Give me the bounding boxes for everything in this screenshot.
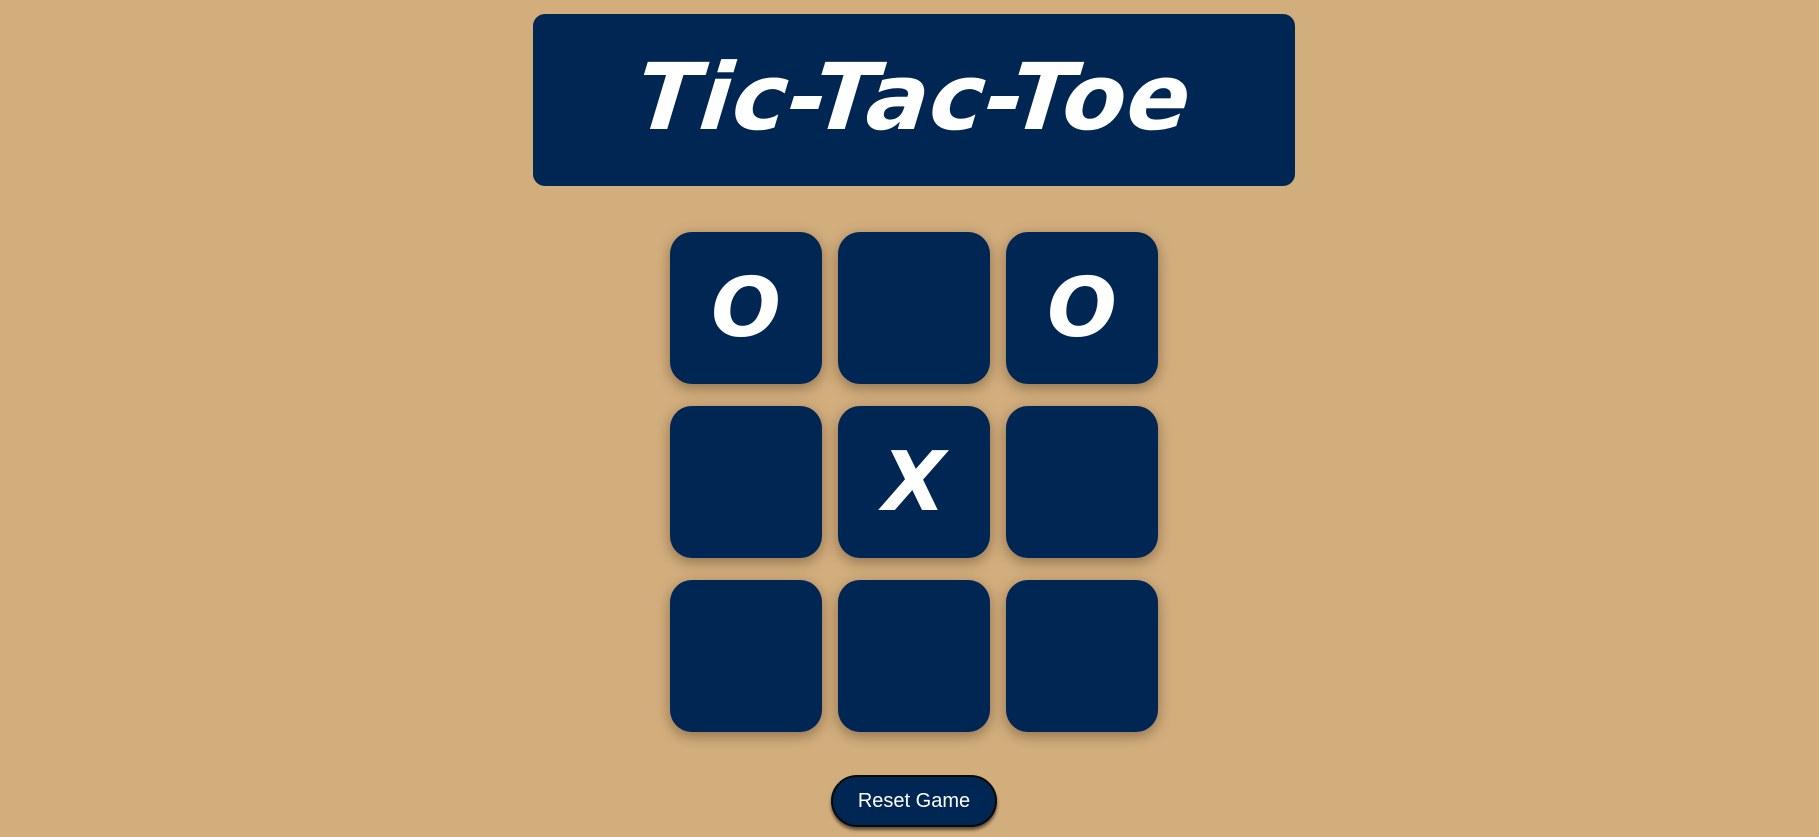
board-cell-5[interactable]: X	[838, 406, 990, 558]
board-cell-6[interactable]	[1006, 406, 1158, 558]
reset-game-button[interactable]: Reset Game	[831, 775, 997, 827]
board-cell-4[interactable]	[670, 406, 822, 558]
board-cell-2[interactable]	[838, 232, 990, 384]
board-cell-8[interactable]	[838, 580, 990, 732]
board-cell-3[interactable]: O	[1006, 232, 1158, 384]
game-title: Tic-Tac-Toe	[631, 44, 1197, 151]
board-cell-7[interactable]	[670, 580, 822, 732]
board-cell-9[interactable]	[1006, 580, 1158, 732]
board-cell-1[interactable]: O	[670, 232, 822, 384]
title-banner: Tic-Tac-Toe	[533, 14, 1295, 186]
game-board: O O X	[670, 232, 1158, 732]
